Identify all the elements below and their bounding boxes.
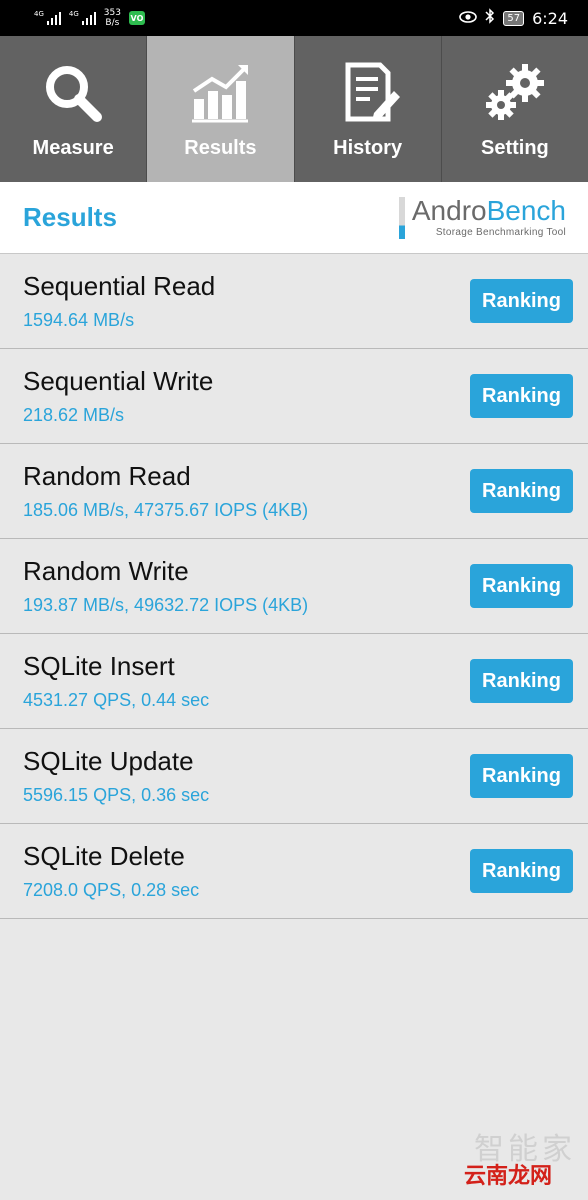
result-row-sequential-write: Sequential Write 218.62 MB/s Ranking <box>0 349 588 444</box>
logo-name-andro: Andro <box>411 195 487 226</box>
result-info: Sequential Read 1594.64 MB/s <box>23 271 215 331</box>
result-name: SQLite Insert <box>23 651 175 681</box>
results-list: Sequential Read 1594.64 MB/s Ranking Seq… <box>0 254 588 919</box>
tab-measure[interactable]: Measure <box>0 36 148 182</box>
result-row-sqlite-update: SQLite Update 5596.15 QPS, 0.36 sec Rank… <box>0 729 588 824</box>
ranking-button[interactable]: Ranking <box>470 849 573 893</box>
tab-label: History <box>333 137 403 159</box>
bar-chart-trend-icon <box>188 61 252 125</box>
result-name: Random Read <box>23 461 191 491</box>
signal-strength-icon: 4G <box>34 11 61 25</box>
clock: 6:24 <box>532 8 568 28</box>
result-info: Random Read 185.06 MB/s, 47375.67 IOPS (… <box>23 461 308 521</box>
network-speed-value: 353 <box>103 8 121 18</box>
tab-setting[interactable]: Setting <box>442 36 588 182</box>
network-speed-unit: B/s <box>105 18 120 28</box>
tab-label: Measure <box>32 137 114 159</box>
bluetooth-icon <box>485 8 495 28</box>
ranking-button[interactable]: Ranking <box>470 659 573 703</box>
battery-icon: 57 <box>503 10 525 26</box>
eye-comfort-icon <box>459 9 478 28</box>
volte-badge-icon: VO <box>128 11 145 25</box>
signal-strength-icon: 4G <box>69 11 96 25</box>
logo-name-bench: Bench <box>486 195 566 226</box>
result-row-sqlite-insert: SQLite Insert 4531.27 QPS, 0.44 sec Rank… <box>0 634 588 729</box>
status-bar-right: 57 6:24 <box>459 8 568 28</box>
result-value: 7208.0 QPS, 0.28 sec <box>23 880 200 900</box>
result-name: Random Write <box>23 556 189 586</box>
network-speed: 353 B/s <box>104 8 121 28</box>
result-info: SQLite Insert 4531.27 QPS, 0.44 sec <box>23 651 209 711</box>
status-bar-left: 4G 4G 353 B/s VO <box>34 8 145 28</box>
result-value: 1594.64 MB/s <box>23 310 135 330</box>
result-info: Sequential Write 218.62 MB/s <box>23 366 213 426</box>
ranking-button[interactable]: Ranking <box>470 374 573 418</box>
network-type-label: 4G <box>68 10 79 18</box>
status-bar: 4G 4G 353 B/s VO 57 6:24 <box>0 0 588 36</box>
result-value: 218.62 MB/s <box>23 405 125 425</box>
result-name: SQLite Delete <box>23 841 185 871</box>
magnifier-icon <box>41 61 105 125</box>
logo-bar-icon <box>398 196 405 239</box>
logo-text: AndroBench Storage Benchmarking Tool <box>412 197 566 239</box>
results-header: Results AndroBench Storage Benchmarking … <box>0 182 588 254</box>
result-info: SQLite Update 5596.15 QPS, 0.36 sec <box>23 746 209 806</box>
result-name: SQLite Update <box>23 746 194 776</box>
result-value: 193.87 MB/s, 49632.72 IOPS (4KB) <box>23 595 309 615</box>
document-edit-icon <box>336 61 400 125</box>
network-type-label: 4G <box>34 10 44 18</box>
androbench-logo: AndroBench Storage Benchmarking Tool <box>398 196 566 239</box>
result-info: Random Write 193.87 MB/s, 49632.72 IOPS … <box>23 556 308 616</box>
logo-subtitle: Storage Benchmarking Tool <box>435 227 566 238</box>
result-value: 4531.27 QPS, 0.44 sec <box>23 690 210 710</box>
androbench-results-screen: 4G 4G 353 B/s VO 57 6:24 Measure Results… <box>0 0 588 1200</box>
ranking-button[interactable]: Ranking <box>470 279 573 323</box>
result-row-sqlite-delete: SQLite Delete 7208.0 QPS, 0.28 sec Ranki… <box>0 824 588 919</box>
result-value: 5596.15 QPS, 0.36 sec <box>23 785 210 805</box>
result-row-sequential-read: Sequential Read 1594.64 MB/s Ranking <box>0 254 588 349</box>
gears-icon <box>483 61 547 125</box>
tab-label: Results <box>184 137 257 159</box>
main-tab-bar: Measure Results History Setting <box>0 36 588 182</box>
result-name: Sequential Write <box>23 366 214 396</box>
result-row-random-write: Random Write 193.87 MB/s, 49632.72 IOPS … <box>0 539 588 634</box>
logo-name: AndroBench <box>412 197 566 225</box>
result-name: Sequential Read <box>23 271 216 301</box>
tab-history[interactable]: History <box>295 36 442 182</box>
result-value: 185.06 MB/s, 47375.67 IOPS (4KB) <box>23 500 309 520</box>
result-info: SQLite Delete 7208.0 QPS, 0.28 sec <box>23 841 199 901</box>
tab-results[interactable]: Results <box>147 36 295 182</box>
result-row-random-read: Random Read 185.06 MB/s, 47375.67 IOPS (… <box>0 444 588 539</box>
ranking-button[interactable]: Ranking <box>470 564 573 608</box>
watermark-red: 云南龙网 <box>463 1164 552 1189</box>
ranking-button[interactable]: Ranking <box>470 754 573 798</box>
page-title: Results <box>23 202 117 232</box>
ranking-button[interactable]: Ranking <box>470 469 573 513</box>
tab-label: Setting <box>480 137 549 159</box>
